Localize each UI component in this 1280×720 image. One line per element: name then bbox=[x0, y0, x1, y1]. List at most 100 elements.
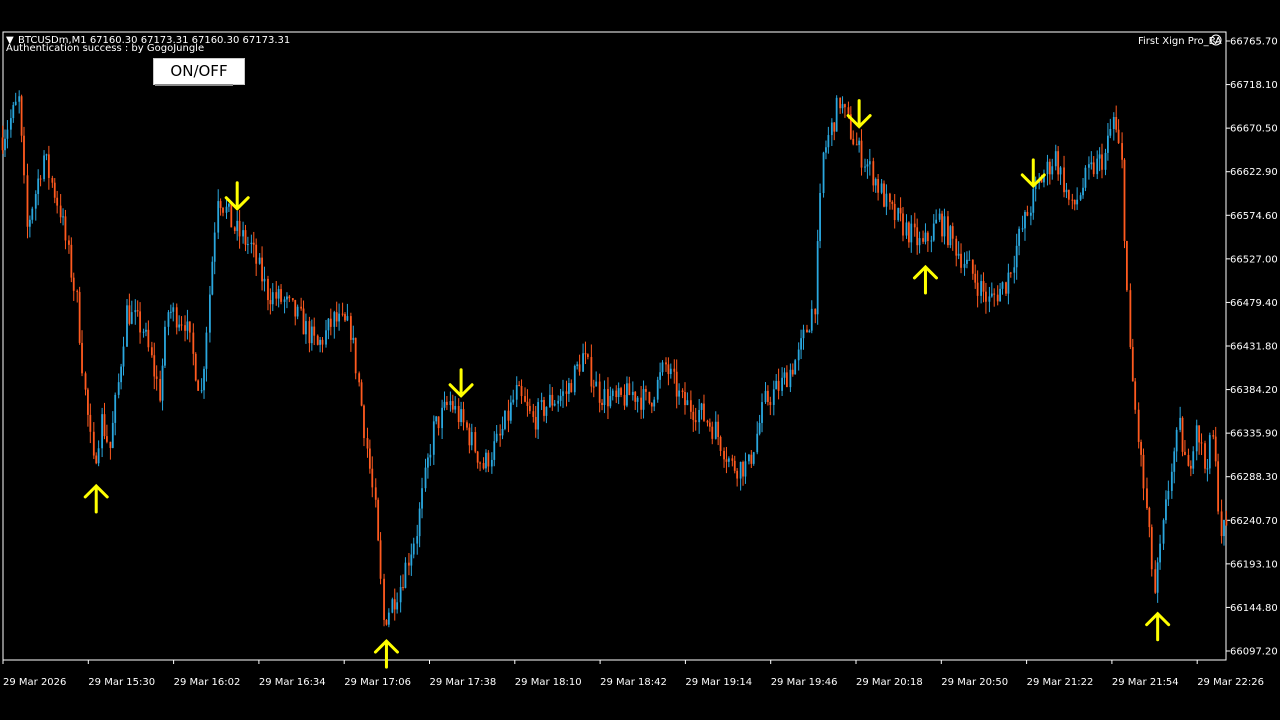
candle-body bbox=[916, 227, 919, 246]
candle-body bbox=[1206, 468, 1209, 470]
smiley-icon[interactable] bbox=[1210, 34, 1222, 46]
candle-body bbox=[971, 259, 974, 274]
candle-body bbox=[628, 383, 631, 396]
candle-body bbox=[335, 312, 338, 322]
candle-body bbox=[62, 216, 64, 218]
candle-body bbox=[626, 383, 628, 406]
candle-body bbox=[841, 104, 844, 109]
candle-body bbox=[446, 401, 448, 406]
candle-body bbox=[1156, 562, 1159, 593]
candle-body bbox=[1137, 409, 1140, 442]
candle-body bbox=[321, 339, 324, 345]
candle-body bbox=[1092, 162, 1095, 175]
candle-body bbox=[913, 223, 916, 228]
y-tick-label: 66718.10 bbox=[1230, 80, 1278, 91]
candle-body bbox=[6, 129, 9, 139]
candle-body bbox=[1015, 245, 1018, 268]
candle-body bbox=[1088, 164, 1090, 168]
candle-body bbox=[1076, 199, 1079, 205]
candle-body bbox=[283, 299, 286, 302]
x-tick-label: 29 Mar 21:22 bbox=[1027, 677, 1094, 688]
candle-body bbox=[518, 384, 521, 386]
candle-body bbox=[1048, 161, 1051, 175]
candle-body bbox=[1009, 272, 1012, 274]
candle-body bbox=[136, 310, 139, 312]
candle-body bbox=[974, 273, 977, 283]
candle-body bbox=[902, 213, 904, 236]
candle-body bbox=[81, 342, 83, 374]
candle-body bbox=[184, 325, 186, 331]
y-tick-label: 66670.50 bbox=[1230, 124, 1278, 135]
candle-body bbox=[421, 488, 423, 509]
candle-body bbox=[1189, 465, 1192, 469]
candle-body bbox=[474, 432, 477, 452]
candle-body bbox=[263, 278, 266, 282]
candle-body bbox=[601, 402, 603, 405]
x-tick-label: 29 Mar 17:38 bbox=[430, 677, 497, 688]
candle-body bbox=[495, 433, 498, 442]
candle-body bbox=[308, 321, 311, 344]
chart-frame: 66765.70 66718.10 66670.50 66622.90 66574.60… bbox=[0, 30, 1280, 692]
candle-body bbox=[565, 391, 568, 394]
candle-body bbox=[750, 454, 753, 464]
candle-body bbox=[211, 261, 214, 295]
candle-body bbox=[59, 205, 62, 218]
candle-body bbox=[708, 422, 711, 427]
candle-body bbox=[217, 201, 220, 233]
candle-body bbox=[1146, 488, 1148, 509]
candle-body bbox=[180, 324, 183, 326]
candle-body bbox=[1198, 425, 1201, 443]
candle-body bbox=[951, 226, 954, 239]
candle-body bbox=[89, 414, 92, 432]
candle-body bbox=[1059, 167, 1062, 175]
candle-body bbox=[288, 296, 291, 299]
price-chart[interactable]: 66765.70 66718.10 66670.50 66622.90 66574.60… bbox=[0, 30, 1280, 692]
y-tick-label: 66765.70 bbox=[1230, 37, 1278, 48]
candle-body bbox=[209, 294, 211, 333]
candle-body bbox=[1129, 290, 1132, 348]
candle-body bbox=[852, 138, 855, 145]
candle-body bbox=[907, 222, 910, 243]
candle-body bbox=[631, 391, 634, 396]
candle-body bbox=[1134, 381, 1137, 410]
candle-body bbox=[714, 421, 717, 439]
on-off-button[interactable]: ON/OFF bbox=[153, 58, 245, 85]
candle-body bbox=[368, 448, 371, 469]
candle-body bbox=[12, 105, 15, 119]
candle-body bbox=[333, 312, 336, 327]
candle-body bbox=[377, 499, 380, 541]
candle-body bbox=[153, 355, 156, 377]
candle-body bbox=[872, 161, 875, 186]
candle-body bbox=[1104, 152, 1107, 170]
candle-body bbox=[504, 410, 506, 429]
candle-body bbox=[358, 373, 361, 383]
candle-body bbox=[1026, 212, 1029, 216]
candle-body bbox=[103, 414, 106, 437]
candle-body bbox=[777, 380, 780, 391]
candle-body bbox=[692, 411, 695, 421]
candle-body bbox=[402, 587, 404, 589]
candle-body bbox=[982, 281, 985, 292]
candle-body bbox=[767, 390, 769, 402]
candle-body bbox=[1051, 166, 1054, 175]
candle-body bbox=[758, 422, 761, 434]
candle-body bbox=[653, 399, 656, 407]
candle-body bbox=[95, 455, 98, 464]
candle-body bbox=[255, 244, 258, 264]
candle-body bbox=[1109, 129, 1112, 136]
candle-body bbox=[717, 421, 720, 437]
candle-body bbox=[391, 599, 394, 613]
candle-body bbox=[656, 379, 659, 400]
candle-body bbox=[703, 403, 705, 421]
y-tick-label: 66574.60 bbox=[1230, 211, 1278, 222]
candle-body bbox=[744, 461, 747, 477]
candle-body bbox=[996, 294, 999, 302]
y-tick-label: 66431.80 bbox=[1230, 342, 1278, 353]
candle-body bbox=[888, 193, 891, 202]
candle-body bbox=[449, 401, 452, 406]
candle-body bbox=[134, 310, 137, 313]
candle-body bbox=[258, 257, 261, 264]
candle-body bbox=[661, 362, 664, 373]
candle-body bbox=[313, 326, 316, 336]
candle-body bbox=[681, 390, 684, 392]
